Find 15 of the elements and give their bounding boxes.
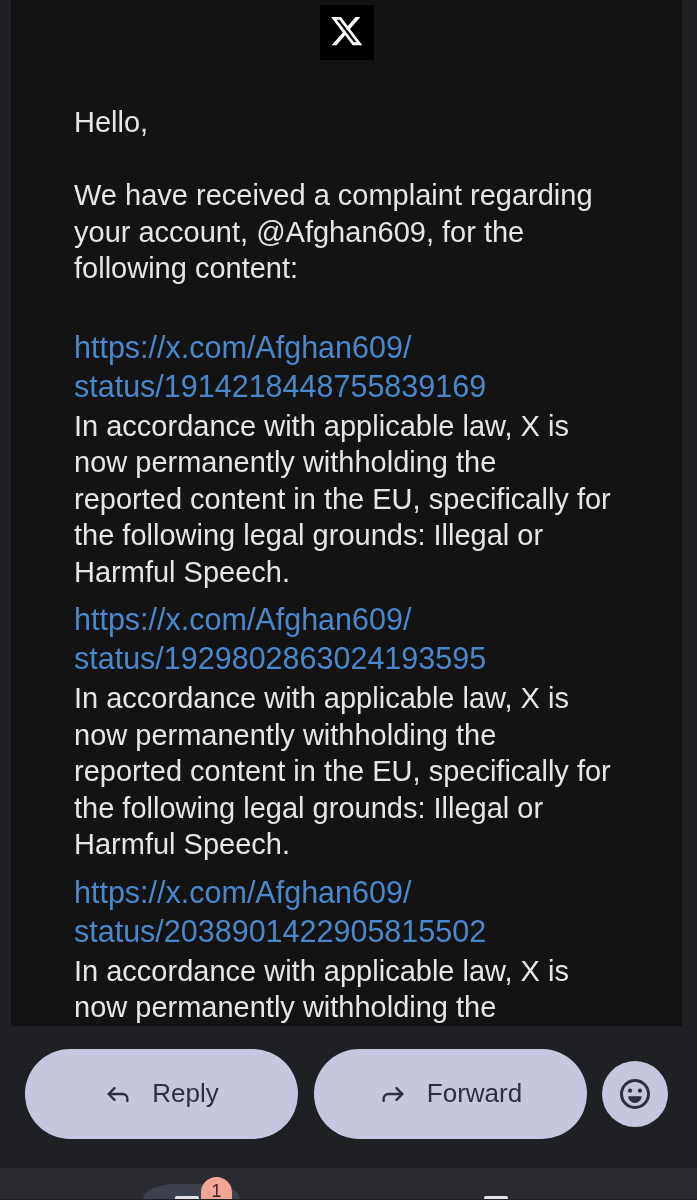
count-badge: 1 <box>201 1176 232 1199</box>
forward-button[interactable]: Forward <box>314 1048 587 1139</box>
status-link[interactable]: https://x.com/Afghan609/ status/2038901422905815502 <box>74 872 487 951</box>
nav-icon <box>484 1195 508 1199</box>
nav-icon <box>175 1195 199 1199</box>
logo-icon <box>319 5 374 60</box>
notice-paragraph: In accordance with applicable law, X is now permanently withholding the reported content in the EU, specifically for the following legal grounds: Illegal or Harmful Speech. <box>74 408 611 590</box>
notice-paragraph: In accordance with applicable law, X is now permanently withholding the reported content in the EU, specifically for the following legal grounds: Illegal or Harmful Speech. <box>74 681 611 862</box>
intro-paragraph: We have received a complaint regarding your account, @Afghan609, for the following content: <box>74 178 593 286</box>
smile-icon <box>620 1078 650 1109</box>
status-link[interactable]: https://x.com/Afghan609/ status/1929802863024193595 <box>74 600 487 678</box>
reply-button[interactable]: Reply <box>25 1048 298 1139</box>
notice-paragraph: In accordance with applicable law, X is now permanently withholding the <box>74 953 569 1025</box>
status-link[interactable]: https://x.com/Afghan609/ status/1914218448755839169 <box>74 327 487 406</box>
greeting-text: Hello, <box>74 105 149 140</box>
